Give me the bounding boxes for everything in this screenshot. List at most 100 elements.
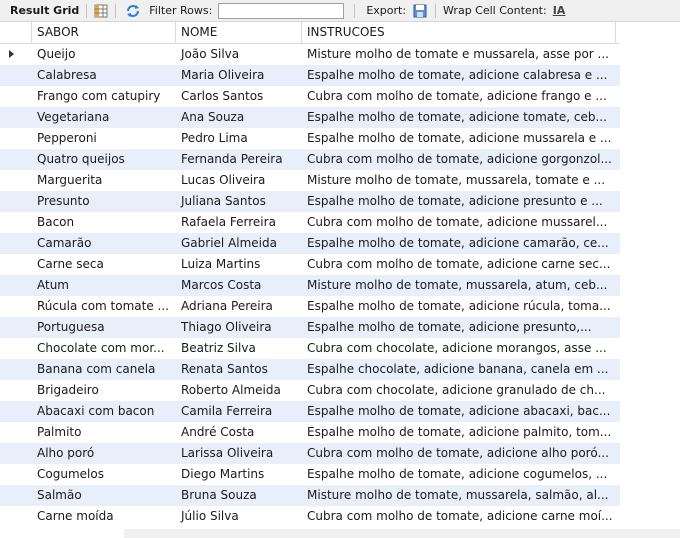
row-selector[interactable] [0,149,32,170]
cell-instrucoes[interactable]: Espalhe molho de tomate, adicione mussar… [302,128,616,149]
row-selector[interactable] [0,296,32,317]
cell-nome[interactable]: Bruna Souza [176,485,302,506]
cell-nome[interactable]: Rafaela Ferreira [176,212,302,233]
grid-view-icon[interactable] [94,0,108,22]
cell-sabor[interactable]: Vegetariana [32,107,176,128]
row-selector-header[interactable] [0,22,32,43]
row-selector[interactable] [0,86,32,107]
cell-nome[interactable]: Diego Martins [176,464,302,485]
cell-sabor[interactable]: Portuguesa [32,317,176,338]
cell-sabor[interactable]: Salmão [32,485,176,506]
cell-instrucoes[interactable]: Espalhe molho de tomate, adicione calabr… [302,65,616,86]
cell-nome[interactable]: Gabriel Almeida [176,233,302,254]
cell-nome[interactable]: Fernanda Pereira [176,149,302,170]
cell-instrucoes[interactable]: Espalhe chocolate, adicione banana, cane… [302,359,616,380]
row-selector[interactable] [0,401,32,422]
row-selector[interactable] [0,506,32,527]
row-selector[interactable] [0,233,32,254]
cell-nome[interactable]: André Costa [176,422,302,443]
row-selector[interactable] [0,443,32,464]
row-selector[interactable] [0,422,32,443]
cell-instrucoes[interactable]: Cubra com molho de tomate, adicione fran… [302,86,616,107]
table-row[interactable]: Marguerita Lucas Oliveira Misture molho de… [0,170,620,191]
cell-nome[interactable]: Pedro Lima [176,128,302,149]
cell-nome[interactable]: Lucas Oliveira [176,170,302,191]
cell-sabor[interactable]: Marguerita [32,170,176,191]
cell-sabor[interactable]: Camarão [32,233,176,254]
cell-sabor[interactable]: Brigadeiro [32,380,176,401]
table-row[interactable]: Cogumelos Diego Martins Espalhe molho de t… [0,464,620,485]
row-selector[interactable] [0,170,32,191]
result-grid-tab[interactable]: Result Grid [10,0,79,22]
cell-sabor[interactable]: Frango com catupiry [32,86,176,107]
cell-instrucoes[interactable]: Espalhe molho de tomate, adicione palmit… [302,422,616,443]
cell-instrucoes[interactable]: Cubra com molho de tomate, adicione muss… [302,212,616,233]
cell-sabor[interactable]: Palmito [32,422,176,443]
table-row[interactable]: Pepperoni Pedro Lima Espalhe molho de toma… [0,128,620,149]
cell-nome[interactable]: Ana Souza [176,107,302,128]
cell-instrucoes[interactable]: Cubra com chocolate, adicione granulado … [302,380,616,401]
table-row[interactable]: Carne seca Luiza Martins Cubra com molho d… [0,254,620,275]
table-row[interactable]: Palmito André Costa Espalhe molho de tomat… [0,422,620,443]
table-row[interactable]: Quatro queijos Fernanda Pereira Cubra com … [0,149,620,170]
table-row[interactable]: Banana com canela Renata Santos Espalhe ch… [0,359,620,380]
cell-sabor[interactable]: Queijo [32,44,176,65]
table-row[interactable]: Alho poró Larissa Oliveira Cubra com molho… [0,443,620,464]
row-selector[interactable] [0,485,32,506]
cell-nome[interactable]: Luiza Martins [176,254,302,275]
column-header-instrucoes[interactable]: INSTRUCOES [302,22,616,43]
row-selector[interactable] [0,107,32,128]
cell-nome[interactable]: Adriana Pereira [176,296,302,317]
cell-instrucoes[interactable]: Misture molho de tomate e mussarela, ass… [302,44,616,65]
cell-nome[interactable]: Camila Ferreira [176,401,302,422]
row-selector[interactable] [0,65,32,86]
cell-sabor[interactable]: Banana com canela [32,359,176,380]
refresh-icon[interactable] [123,0,141,22]
table-row[interactable]: Calabresa Maria Oliveira Espalhe molho de … [0,65,620,86]
cell-nome[interactable]: Juliana Santos [176,191,302,212]
row-selector[interactable] [0,212,32,233]
cell-sabor[interactable]: Carne moída [32,506,176,527]
cell-instrucoes[interactable]: Cubra com chocolate, adicione morangos, … [302,338,616,359]
horizontal-scrollbar-track[interactable] [124,529,680,538]
cell-sabor[interactable]: Calabresa [32,65,176,86]
table-row[interactable]: Chocolate com mor... Beatriz Silva Cubra c… [0,338,620,359]
table-row[interactable]: Vegetariana Ana Souza Espalhe molho de tom… [0,107,620,128]
wrap-cell-content-icon[interactable]: IA [553,0,566,22]
table-row[interactable]: Camarão Gabriel Almeida Espalhe molho de t… [0,233,620,254]
row-selector[interactable] [0,191,32,212]
cell-instrucoes[interactable]: Espalhe molho de tomate, adicione presun… [302,317,616,338]
row-selector[interactable] [0,128,32,149]
table-row[interactable]: Atum Marcos Costa Misture molho de tomate,… [0,275,620,296]
cell-nome[interactable]: Carlos Santos [176,86,302,107]
row-selector[interactable] [0,464,32,485]
cell-instrucoes[interactable]: Espalhe molho de tomate, adicione presun… [302,191,616,212]
cell-sabor[interactable]: Cogumelos [32,464,176,485]
cell-sabor[interactable]: Carne seca [32,254,176,275]
column-header-nome[interactable]: NOME [176,22,302,43]
cell-instrucoes[interactable]: Misture molho de tomate, mussarela, atum… [302,275,616,296]
cell-instrucoes[interactable]: Cubra com molho de tomate, adicione carn… [302,254,616,275]
cell-nome[interactable]: Marcos Costa [176,275,302,296]
cell-instrucoes[interactable]: Espalhe molho de tomate, adicione camarã… [302,233,616,254]
export-icon[interactable] [406,0,428,22]
table-row[interactable]: Carne moída Júlio Silva Cubra com molho de… [0,506,620,527]
cell-sabor[interactable]: Bacon [32,212,176,233]
table-row[interactable]: Rúcula com tomate ... Adriana Pereira Espa… [0,296,620,317]
table-row[interactable]: Abacaxi com bacon Camila Ferreira Espalhe … [0,401,620,422]
cell-instrucoes[interactable]: Espalhe molho de tomate, adicione rúcula… [302,296,616,317]
row-selector[interactable] [0,44,32,65]
cell-nome[interactable]: Larissa Oliveira [176,443,302,464]
column-header-sabor[interactable]: SABOR [32,22,176,43]
cell-sabor[interactable]: Alho poró [32,443,176,464]
cell-nome[interactable]: Renata Santos [176,359,302,380]
cell-instrucoes[interactable]: Cubra com molho de tomate, adicione gorg… [302,149,616,170]
horizontal-scrollbar[interactable] [0,529,680,538]
filter-rows-input[interactable] [218,2,345,19]
cell-instrucoes[interactable]: Cubra com molho de tomate, adicione alho… [302,443,616,464]
cell-sabor[interactable]: Abacaxi com bacon [32,401,176,422]
cell-sabor[interactable]: Quatro queijos [32,149,176,170]
cell-sabor[interactable]: Pepperoni [32,128,176,149]
cell-nome[interactable]: Maria Oliveira [176,65,302,86]
cell-instrucoes[interactable]: Misture molho de tomate, mussarela, toma… [302,170,616,191]
